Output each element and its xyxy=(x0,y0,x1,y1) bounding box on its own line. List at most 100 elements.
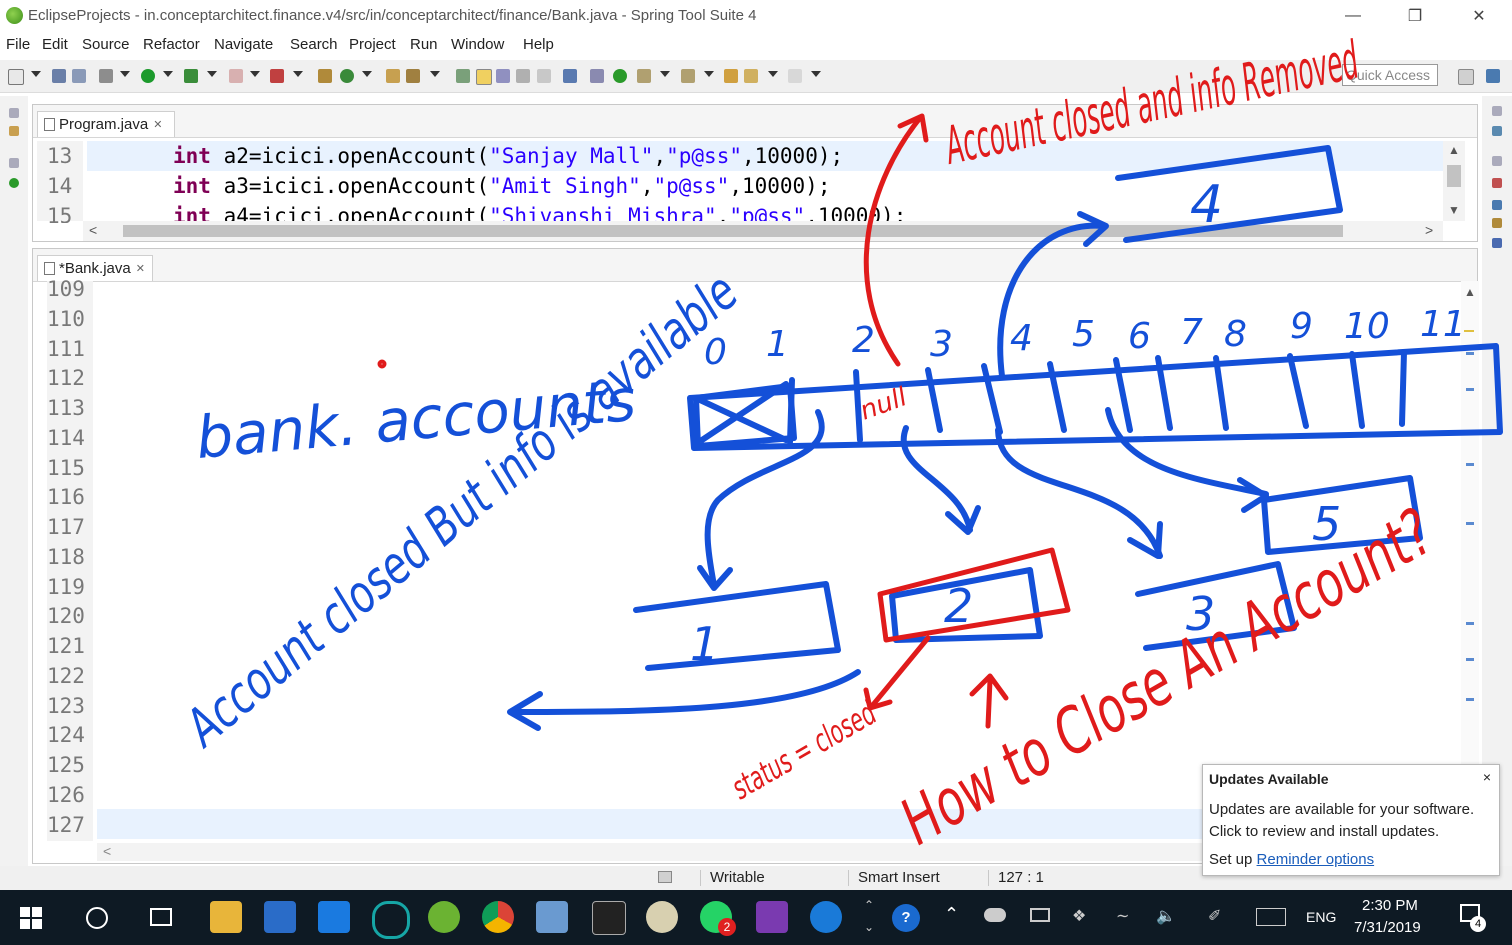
clock-time[interactable]: 2:30 PM xyxy=(1362,897,1418,914)
wifi-icon[interactable]: ∼ xyxy=(1116,906,1129,926)
terminal-icon[interactable] xyxy=(592,901,626,935)
tab-close-icon[interactable]: ✕ xyxy=(136,262,145,275)
updates-notification[interactable]: Updates Available × Updates are availabl… xyxy=(1202,764,1500,876)
open-perspective-icon[interactable] xyxy=(1458,69,1474,85)
class-icon[interactable] xyxy=(340,69,354,83)
external-tools-dropdown-icon[interactable] xyxy=(293,71,303,77)
stop-dropdown-icon[interactable] xyxy=(250,71,260,77)
app-icon[interactable] xyxy=(536,901,568,933)
ruler-marker[interactable] xyxy=(1464,330,1474,332)
word-wrap-icon[interactable] xyxy=(516,69,530,83)
program-code-area[interactable]: 13 int a2=icici.openAccount("Sanjay Mall… xyxy=(37,141,1443,223)
bank-code-area[interactable] xyxy=(97,281,1467,841)
package-explorer-icon[interactable] xyxy=(9,126,19,136)
ruler-marker[interactable] xyxy=(1466,522,1474,525)
next-annotation-dropdown-icon[interactable] xyxy=(660,71,670,77)
back-dropdown-icon[interactable] xyxy=(768,71,778,77)
menu-refactor[interactable]: Refactor xyxy=(143,36,200,53)
clock-date[interactable]: 7/31/2019 xyxy=(1354,919,1421,936)
package-icon[interactable] xyxy=(318,69,332,83)
tab-program-java[interactable]: Program.java ✕ xyxy=(37,111,175,137)
next-annotation-icon[interactable] xyxy=(637,69,651,83)
edge-icon[interactable] xyxy=(810,901,842,933)
menu-run[interactable]: Run xyxy=(410,36,438,53)
ruler-marker[interactable] xyxy=(1466,352,1474,355)
scroll-down-icon[interactable]: ▼ xyxy=(1448,203,1460,217)
pin-icon[interactable] xyxy=(456,69,470,83)
scroll-up-icon[interactable]: ▲ xyxy=(1448,143,1460,157)
chrome-icon[interactable] xyxy=(482,901,514,933)
hscroll-thumb[interactable] xyxy=(123,225,1343,237)
reminder-options-link[interactable]: Reminder options xyxy=(1257,851,1375,868)
dropbox-tray-icon[interactable]: ❖ xyxy=(1072,906,1086,926)
save-icon[interactable] xyxy=(52,69,66,83)
menu-file[interactable]: File xyxy=(6,36,30,53)
restore-view-icon[interactable] xyxy=(9,108,19,118)
program-vscrollbar[interactable]: ▲ ▼ xyxy=(1443,141,1465,221)
minimize-icon[interactable]: — xyxy=(1330,2,1376,30)
save-all-icon[interactable] xyxy=(72,69,86,83)
onenote-icon[interactable] xyxy=(756,901,788,933)
console-view-icon[interactable] xyxy=(1492,238,1502,248)
console-icon[interactable] xyxy=(563,69,577,83)
class-dropdown-icon[interactable] xyxy=(362,71,372,77)
taskbar-scroll-down-icon[interactable]: ⌄ xyxy=(864,920,874,934)
menu-search[interactable]: Search xyxy=(290,36,338,53)
paint-icon[interactable] xyxy=(646,901,678,933)
open-task-icon[interactable] xyxy=(406,69,420,83)
tab-close-icon[interactable]: ✕ xyxy=(153,118,162,131)
menu-edit[interactable]: Edit xyxy=(42,36,68,53)
restore-icon[interactable]: ❐ xyxy=(1392,2,1438,30)
prev-annotation-icon[interactable] xyxy=(681,69,695,83)
task-view-icon[interactable] xyxy=(150,908,172,926)
windows-start-icon[interactable] xyxy=(20,907,42,929)
ruler-marker[interactable] xyxy=(1466,658,1474,661)
program-hscrollbar[interactable]: < > xyxy=(83,221,1443,241)
prev-annotation-dropdown-icon[interactable] xyxy=(704,71,714,77)
external-tools-icon[interactable] xyxy=(270,69,284,83)
spring-tool-suite-icon[interactable] xyxy=(428,901,460,933)
debug-icon[interactable] xyxy=(184,69,198,83)
scroll-thumb[interactable] xyxy=(1447,165,1461,187)
taskbar-scroll-up-icon[interactable]: ⌃ xyxy=(864,898,874,912)
ruler-marker[interactable] xyxy=(1466,388,1474,391)
notification-close-icon[interactable]: × xyxy=(1483,769,1491,785)
boot-dashboard-icon[interactable] xyxy=(9,178,19,188)
run-dropdown-icon[interactable] xyxy=(163,71,173,77)
dropbox-icon[interactable] xyxy=(318,901,350,933)
bank-vscrollbar[interactable]: ▲ ▼ xyxy=(1461,281,1479,841)
restore-view-icon-r2[interactable] xyxy=(1492,156,1502,166)
menu-navigate[interactable]: Navigate xyxy=(214,36,273,53)
menu-project[interactable]: Project xyxy=(349,36,396,53)
keyboard-icon[interactable] xyxy=(1256,908,1286,926)
volume-icon[interactable]: 🔈 xyxy=(1156,906,1176,926)
quick-access-input[interactable]: Quick Access xyxy=(1342,64,1438,86)
restore-view-icon-2[interactable] xyxy=(9,158,19,168)
new-dropdown-icon[interactable] xyxy=(31,71,41,77)
onedrive-icon[interactable] xyxy=(984,908,1006,922)
scroll-up-icon[interactable]: ▲ xyxy=(1464,285,1476,299)
pen-icon[interactable]: ✐ xyxy=(1208,906,1221,926)
scroll-left-icon[interactable]: < xyxy=(103,843,111,859)
back-icon[interactable] xyxy=(744,69,758,83)
menu-source[interactable]: Source xyxy=(82,36,130,53)
stop-icon[interactable] xyxy=(229,69,243,83)
close-icon[interactable]: ✕ xyxy=(1456,2,1502,30)
new-icon[interactable] xyxy=(8,69,24,85)
arduino-icon[interactable] xyxy=(372,901,410,939)
file-explorer-icon[interactable] xyxy=(210,901,242,933)
highlight-icon[interactable] xyxy=(476,69,492,85)
debug-dropdown-icon[interactable] xyxy=(207,71,217,77)
forward-dropdown-icon[interactable] xyxy=(811,71,821,77)
ruler-marker[interactable] xyxy=(1466,698,1474,701)
build-icon[interactable] xyxy=(99,69,113,83)
problems-icon[interactable] xyxy=(1492,178,1502,188)
build-dropdown-icon[interactable] xyxy=(120,71,130,77)
forward-icon[interactable] xyxy=(788,69,802,83)
show-hidden-icons-icon[interactable]: ⌃ xyxy=(944,904,959,925)
restore-view-icon-r[interactable] xyxy=(1492,106,1502,116)
toggle-block-icon[interactable] xyxy=(496,69,510,83)
scroll-right-icon[interactable]: > xyxy=(1425,222,1433,238)
outline-icon[interactable] xyxy=(1492,126,1502,136)
spring-boot-icon[interactable] xyxy=(613,69,627,83)
